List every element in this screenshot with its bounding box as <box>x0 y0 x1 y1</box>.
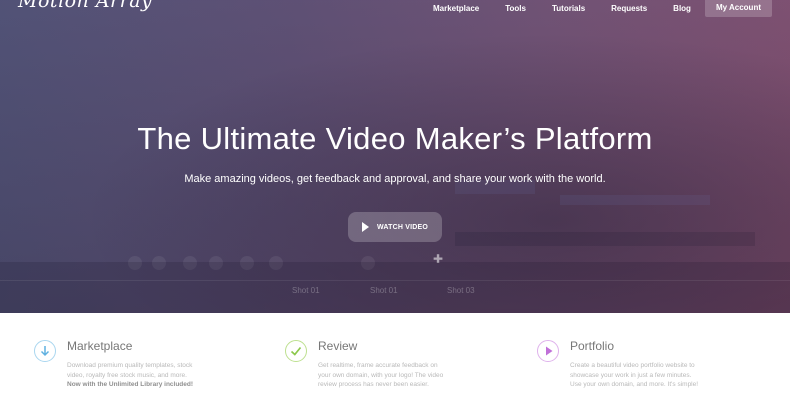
background-panel <box>560 195 710 205</box>
top-nav: Marketplace Tools Tutorials Requests Blo… <box>407 0 772 17</box>
hero-subtitle: Make amazing videos, get feedback and ap… <box>184 173 606 185</box>
nav-tools[interactable]: Tools <box>505 4 526 13</box>
feature-highlight: Now with the Unlimited Library included! <box>67 381 194 388</box>
nav-blog[interactable]: Blog <box>673 4 691 13</box>
feature-description: Create a beautiful video portfolio websi… <box>570 362 699 388</box>
feature-title: Review <box>318 339 358 353</box>
my-account-button[interactable]: My Account <box>704 0 772 17</box>
nav-requests[interactable]: Requests <box>611 4 647 13</box>
feature-description: Download premium quality templates, stoc… <box>67 362 194 388</box>
timeline-shot-label: Shot 03 <box>447 286 475 295</box>
feature-title: Portfolio <box>570 339 615 353</box>
logo[interactable]: Motion Array <box>18 0 152 12</box>
play-icon <box>361 222 369 232</box>
play-icon <box>537 340 559 362</box>
features-section: Marketplace Download premium quality tem… <box>0 313 790 417</box>
background-panel <box>455 232 755 246</box>
hero-title: The Ultimate Video Maker’s Platform <box>137 121 653 156</box>
download-arrow-icon <box>34 340 56 362</box>
hero-section: ✚ Shot 01 Shot 01 Shot 03 Motion Array M… <box>0 0 790 313</box>
checkmark-icon <box>285 340 307 362</box>
nav-tutorials[interactable]: Tutorials <box>552 4 585 13</box>
watch-video-button[interactable]: WATCH VIDEO <box>348 212 442 242</box>
watch-video-label: WATCH VIDEO <box>376 223 429 231</box>
timeline-shot-label: Shot 01 <box>292 286 320 295</box>
timeline-divider <box>0 280 790 281</box>
timeline-shot-label: Shot 01 <box>370 286 398 295</box>
nav-marketplace[interactable]: Marketplace <box>433 4 479 13</box>
feature-description: Get realtime, frame accurate feedback on… <box>318 362 444 388</box>
feature-title: Marketplace <box>67 339 133 353</box>
